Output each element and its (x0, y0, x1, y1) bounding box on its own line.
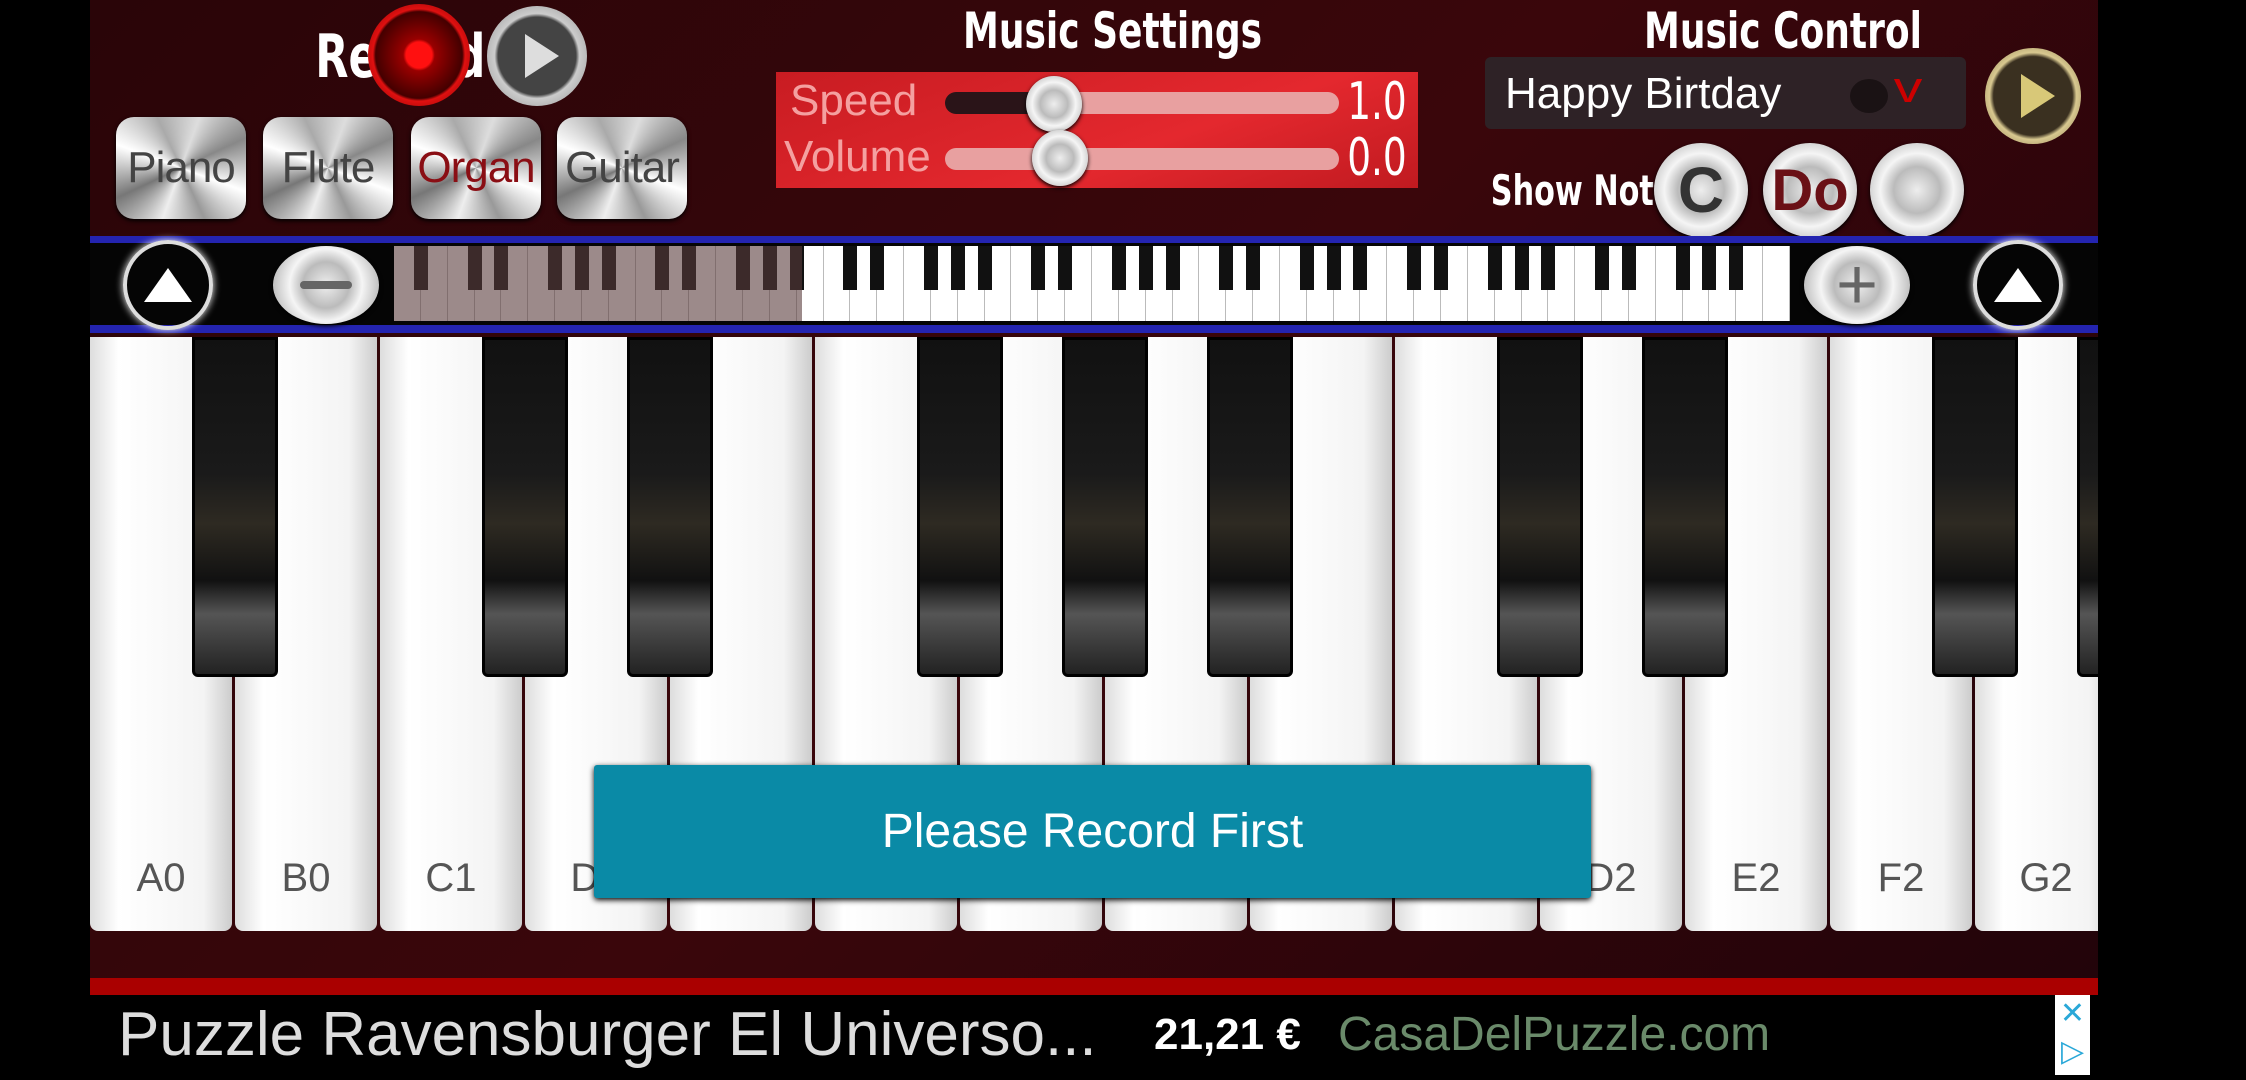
black-key[interactable] (1207, 337, 1293, 677)
black-key[interactable] (627, 337, 713, 677)
ad-title[interactable]: Puzzle Ravensburger El Universo... (118, 999, 1097, 1070)
black-key[interactable] (1497, 337, 1583, 677)
piano-app: Record Piano Flute Organ Guitar Music Se… (90, 0, 2098, 995)
ad-site[interactable]: CasaDelPuzzle.com (1338, 1007, 1770, 1062)
ad-choices[interactable]: ✕ ▷ (2055, 995, 2090, 1075)
close-icon[interactable]: ✕ (2060, 997, 2085, 1030)
toast-message: Please Record First (594, 765, 1591, 898)
key-label: C1 (425, 856, 477, 900)
ad-banner[interactable]: Puzzle Ravensburger El Universo... 21,21… (90, 995, 2098, 1080)
black-key[interactable] (1062, 337, 1148, 677)
black-key[interactable] (1642, 337, 1728, 677)
black-key[interactable] (917, 337, 1003, 677)
key-label: B0 (281, 856, 331, 900)
black-key[interactable] (192, 337, 278, 677)
key-label: E2 (1731, 856, 1781, 900)
ad-info-icon[interactable]: ▷ (2061, 1035, 2084, 1068)
bottom-bar (90, 978, 2098, 995)
key-label: F2 (1877, 856, 1925, 900)
key-label: D2 (1585, 856, 1637, 900)
key-label: A0 (136, 856, 186, 900)
black-key[interactable] (2077, 337, 2098, 677)
key-label: G2 (2019, 856, 2073, 900)
ad-price: 21,21 € (1154, 1010, 1301, 1059)
black-key[interactable] (482, 337, 568, 677)
black-key[interactable] (1932, 337, 2018, 677)
